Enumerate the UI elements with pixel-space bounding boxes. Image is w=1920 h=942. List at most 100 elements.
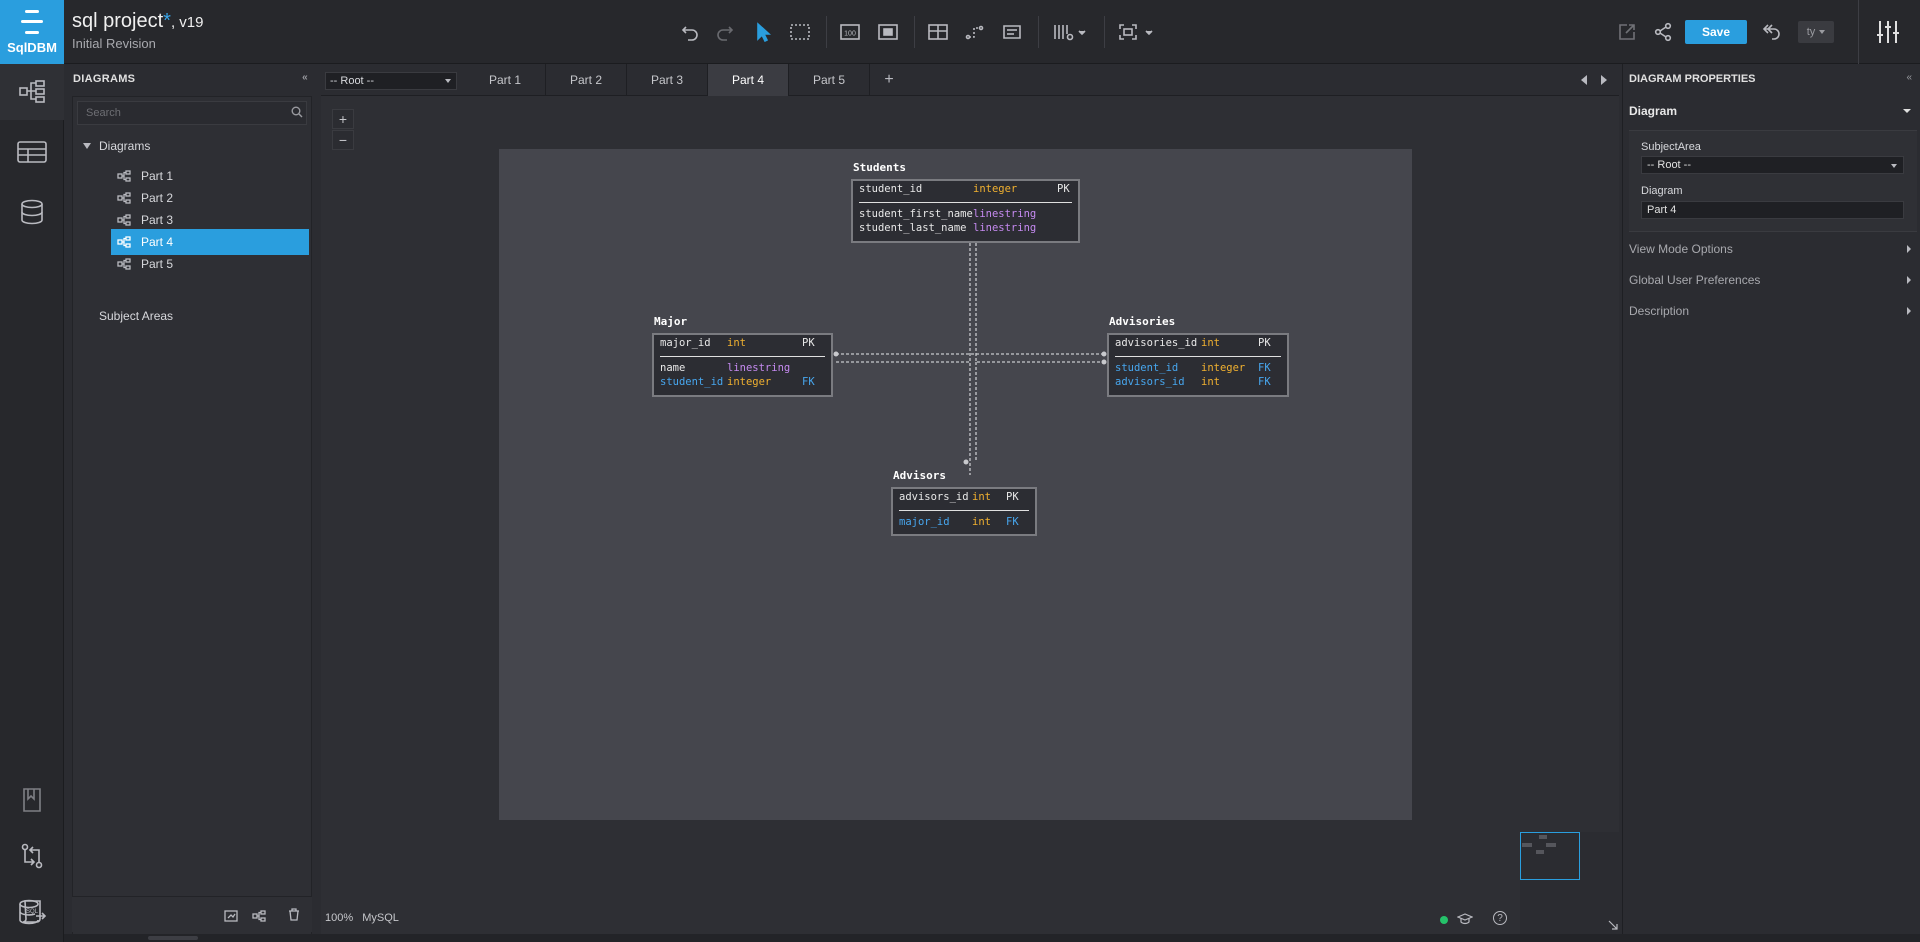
add-diagram-icon[interactable] xyxy=(252,909,266,927)
column-row[interactable]: student_id integer PK xyxy=(859,183,1072,198)
tree-item-label: Part 1 xyxy=(141,169,174,183)
rail-docs-button[interactable] xyxy=(0,772,64,828)
rail-compare-button[interactable] xyxy=(0,828,64,884)
app-logo[interactable]: SqlDBM xyxy=(0,0,64,64)
diagram-search-input[interactable] xyxy=(77,101,307,125)
entity-students[interactable]: student_id integer PK student_first_name… xyxy=(851,179,1080,243)
section-label: Global User Preferences xyxy=(1629,273,1761,287)
relationship-endpoint xyxy=(1101,351,1107,357)
search-icon[interactable] xyxy=(291,106,303,118)
relationship-line-students-advisories[interactable] xyxy=(975,243,1104,363)
diagram-icon xyxy=(117,170,131,182)
tutorial-icon[interactable] xyxy=(1456,912,1474,931)
rail-database-button[interactable] xyxy=(0,184,64,240)
diagram-name-label: Diagram xyxy=(1641,185,1683,197)
save-button[interactable]: Save xyxy=(1685,20,1747,44)
minimap-entity xyxy=(1539,835,1547,839)
toolbar-divider xyxy=(1858,0,1859,64)
tab-part-5[interactable]: Part 5 xyxy=(789,64,870,96)
column-name: advisories_id xyxy=(1115,337,1198,349)
entity-title-advisors[interactable]: Advisors xyxy=(893,469,946,482)
database-type: MySQL xyxy=(362,912,399,924)
subject-area-select[interactable]: -- Root -- xyxy=(325,72,457,90)
relationship-icon[interactable] xyxy=(963,18,987,46)
tab-scroll-left-icon[interactable] xyxy=(1581,75,1587,85)
add-tab-button[interactable]: + xyxy=(874,64,904,96)
diagram-canvas-area: -- Root -- Part 1 Part 2 Part 3 Part 4 P… xyxy=(321,64,1619,934)
view-mode-options-section[interactable]: View Mode Options xyxy=(1629,239,1915,259)
collapse-panel-button[interactable]: « xyxy=(1906,72,1912,83)
zoom-in-button[interactable]: + xyxy=(332,109,354,129)
resize-corner-icon[interactable] xyxy=(1608,920,1618,930)
entity-title-advisories[interactable]: Advisories xyxy=(1109,315,1175,328)
zoom-100-icon[interactable]: 100 xyxy=(838,18,862,46)
project-version: , v19 xyxy=(170,14,204,31)
collapse-panel-button[interactable]: « xyxy=(302,72,308,83)
external-link-icon[interactable] xyxy=(1615,18,1639,46)
column-visibility-icon[interactable] xyxy=(1050,18,1090,46)
rail-export-button[interactable] xyxy=(0,884,64,940)
rail-diagrams-button[interactable] xyxy=(0,64,64,120)
bottom-scrollbar[interactable] xyxy=(64,934,1920,942)
fit-view-icon[interactable] xyxy=(876,18,900,46)
revert-icon[interactable] xyxy=(1760,18,1784,46)
marquee-select-icon[interactable] xyxy=(788,18,812,46)
user-menu-button[interactable]: ty xyxy=(1798,21,1834,43)
column-row[interactable]: major_id int FK xyxy=(899,516,1029,531)
diagram-section-header[interactable]: Diagram xyxy=(1629,101,1915,121)
column-row[interactable]: major_id int PK xyxy=(660,337,825,352)
logo-text: SqlDBM xyxy=(7,39,57,55)
column-row[interactable]: name linestring xyxy=(660,362,825,377)
global-user-preferences-section[interactable]: Global User Preferences xyxy=(1629,270,1915,290)
column-row[interactable]: student_first_name linestring xyxy=(859,208,1072,223)
entity-title-students[interactable]: Students xyxy=(853,161,906,174)
subject-areas-node[interactable]: Subject Areas xyxy=(99,309,173,323)
subject-area-dropdown[interactable]: -- Root -- xyxy=(1641,156,1904,174)
entity-advisors[interactable]: advisors_id int PK major_id int FK xyxy=(891,487,1037,536)
caret-down-icon[interactable] xyxy=(83,143,91,149)
share-icon[interactable] xyxy=(1651,18,1675,46)
column-row[interactable]: student_id integer FK xyxy=(660,376,825,391)
project-title[interactable]: sql project*, v19 xyxy=(72,10,203,33)
column-row[interactable]: student_last_name linestring xyxy=(859,222,1072,237)
diagrams-panel-header: DIAGRAMS « xyxy=(70,64,314,94)
note-icon[interactable] xyxy=(1000,18,1024,46)
column-row[interactable]: student_id integer FK xyxy=(1115,362,1281,377)
subject-area-dropdown-value: -- Root -- xyxy=(1647,159,1691,171)
help-icon[interactable]: ? xyxy=(1493,911,1507,925)
zoom-out-button[interactable]: − xyxy=(332,130,354,150)
column-row[interactable]: advisories_id int PK xyxy=(1115,337,1281,352)
diagram-name-input[interactable]: Part 4 xyxy=(1641,201,1904,219)
redo-icon[interactable] xyxy=(713,18,737,46)
column-row[interactable]: advisors_id int FK xyxy=(1115,376,1281,391)
undo-icon[interactable] xyxy=(678,18,702,46)
trash-icon[interactable] xyxy=(288,908,300,926)
tree-root-diagrams[interactable]: Diagrams xyxy=(83,139,150,153)
scrollbar-thumb[interactable] xyxy=(148,936,198,940)
column-row[interactable]: advisors_id int PK xyxy=(899,491,1029,506)
minimap-viewport[interactable] xyxy=(1520,832,1580,880)
tree-item-part-5[interactable]: Part 5 xyxy=(111,251,309,277)
tab-part-3[interactable]: Part 3 xyxy=(627,64,708,96)
fit-screen-icon[interactable] xyxy=(1116,18,1156,46)
select-pointer-icon[interactable] xyxy=(750,18,774,46)
description-section[interactable]: Description xyxy=(1629,301,1915,321)
column-type: int xyxy=(972,491,991,503)
entity-title-major[interactable]: Major xyxy=(654,315,687,328)
subject-area-label: SubjectArea xyxy=(1641,141,1701,153)
pk-divider xyxy=(899,509,1029,511)
table-layout-icon[interactable] xyxy=(926,18,950,46)
tab-scroll-right-icon[interactable] xyxy=(1601,75,1607,85)
entity-major[interactable]: major_id int PK name linestring student_… xyxy=(652,333,833,397)
column-name: student_id xyxy=(1115,361,1179,374)
settings-sliders-icon[interactable] xyxy=(1874,18,1902,46)
column-type: int xyxy=(1201,376,1220,388)
tab-part-2[interactable]: Part 2 xyxy=(546,64,627,96)
diagram-board[interactable]: Students student_id integer PK student_f… xyxy=(499,149,1412,820)
rail-tables-button[interactable] xyxy=(0,124,64,180)
tab-part-4[interactable]: Part 4 xyxy=(708,64,789,96)
minimap[interactable] xyxy=(1520,832,1619,934)
add-subject-area-icon[interactable] xyxy=(224,909,238,927)
entity-advisories[interactable]: advisories_id int PK student_id integer … xyxy=(1107,333,1289,397)
tab-part-1[interactable]: Part 1 xyxy=(465,64,546,96)
